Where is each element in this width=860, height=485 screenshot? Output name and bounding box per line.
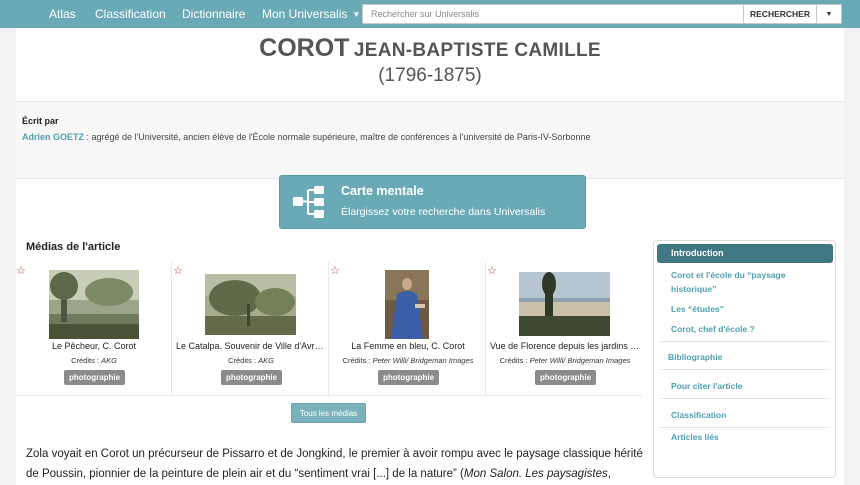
toc-subitem-chef-d-ecole[interactable]: Corot, chef d'école ? xyxy=(671,322,755,336)
media-card: ☆ La Femme en bleu, C. Corot Crédits : P… xyxy=(330,262,486,396)
search-dropdown-button[interactable]: ▼ xyxy=(816,4,842,24)
favorite-star-icon[interactable]: ☆ xyxy=(173,264,183,277)
media-heading: Médias de l'article xyxy=(26,241,121,253)
top-navbar: Atlas Classification Dictionnaire Mon Un… xyxy=(0,0,860,28)
body-citation: Mon Salon. Les paysagistes xyxy=(463,468,608,480)
nav-mon-universalis[interactable]: Mon Universalis ▼ xyxy=(262,7,360,21)
media-thumbnail[interactable] xyxy=(385,270,429,339)
mind-map-button[interactable]: Carte mentale Élargissez votre recherche… xyxy=(279,175,586,229)
toc-separator xyxy=(660,341,829,342)
media-type-tag[interactable]: photographie xyxy=(64,370,126,385)
media-card: ☆ Le Catalpa. Souvenir de Ville d'Avray,… xyxy=(173,262,329,396)
favorite-star-icon[interactable]: ☆ xyxy=(16,264,26,277)
mind-map-subtitle: Élargissez votre recherche dans Universa… xyxy=(341,206,546,218)
toc-separator xyxy=(660,369,829,370)
media-credit-source: Peter Willi/ Bridgeman Images xyxy=(372,356,474,365)
media-credit-label: Crédits : xyxy=(342,356,373,365)
media-credit: Crédits : Peter Willi/ Bridgeman Images xyxy=(330,356,486,365)
media-thumbnail[interactable] xyxy=(205,274,296,335)
toc-item-classification[interactable]: Classification xyxy=(671,408,726,422)
article-page: COROT JEAN-BAPTISTE CAMILLE (1796-1875) … xyxy=(16,28,844,485)
media-thumbnail[interactable] xyxy=(519,272,610,336)
author-line: Adrien GOETZ : agrégé de l'Université, a… xyxy=(22,132,590,142)
caret-down-icon: ▼ xyxy=(825,10,833,18)
media-type-tag[interactable]: photographie xyxy=(378,370,440,385)
nav-classification[interactable]: Classification xyxy=(95,7,166,21)
article-surname: COROT xyxy=(259,34,350,62)
mind-map-title: Carte mentale xyxy=(341,184,424,198)
favorite-star-icon[interactable]: ☆ xyxy=(487,264,497,277)
article-dates: (1796-1875) xyxy=(378,65,482,86)
search-button[interactable]: RECHERCHER xyxy=(743,4,817,24)
media-credit-label: Crédits : xyxy=(71,356,102,365)
caret-down-icon: ▼ xyxy=(352,10,361,19)
article-body: Zola voyait en Corot un précurseur de Pi… xyxy=(26,444,646,485)
media-credit-source: Peter Willi/ Bridgeman Images xyxy=(529,356,631,365)
media-credit-source: AKG xyxy=(258,356,274,365)
author-name-link[interactable]: Adrien GOETZ xyxy=(22,132,84,142)
media-caption: Le Catalpa. Souvenir de Ville d'Avray, C… xyxy=(176,341,326,351)
favorite-star-icon[interactable]: ☆ xyxy=(330,264,340,277)
toc-separator xyxy=(660,398,829,399)
media-credit: Crédits : Peter Willi/ Bridgeman Images xyxy=(487,356,643,365)
toc-item-introduction[interactable]: Introduction xyxy=(657,244,833,263)
search-input[interactable] xyxy=(362,4,744,24)
media-caption: La Femme en bleu, C. Corot xyxy=(351,341,465,351)
media-list: ☆ Le Pêcheur, C. Corot Crédits : AKG pho… xyxy=(16,262,642,396)
mind-map-icon xyxy=(293,186,324,218)
table-of-contents: Introduction Corot et l'école du “paysag… xyxy=(653,240,836,478)
media-thumbnail[interactable] xyxy=(49,270,139,339)
media-type-tag[interactable]: photographie xyxy=(535,370,597,385)
nav-atlas[interactable]: Atlas xyxy=(49,7,76,21)
all-media-button[interactable]: Tous les médias xyxy=(291,403,366,423)
toc-item-citer[interactable]: Pour citer l'article xyxy=(671,379,742,393)
media-credit-label: Crédits : xyxy=(228,356,259,365)
toc-item-bibliographie[interactable]: Bibliographie xyxy=(668,350,722,364)
media-caption: Vue de Florence depuis les jardins Bobol… xyxy=(490,341,640,351)
author-description: : agrégé de l'Université, ancien élève d… xyxy=(84,132,591,142)
toc-subitem-etudes[interactable]: Les “études” xyxy=(671,302,724,316)
author-heading: Écrit par xyxy=(22,116,59,126)
article-given-names: JEAN-BAPTISTE CAMILLE xyxy=(353,40,601,61)
media-credit: Crédits : AKG xyxy=(16,356,172,365)
nav-mon-universalis-label: Mon Universalis xyxy=(262,7,348,21)
media-credit: Crédits : AKG xyxy=(173,356,329,365)
media-card: ☆ Le Pêcheur, C. Corot Crédits : AKG pho… xyxy=(16,262,172,396)
media-caption: Le Pêcheur, C. Corot xyxy=(51,341,137,351)
toc-subitem-paysage-historique[interactable]: Corot et l'école du “paysage historique” xyxy=(671,268,821,296)
toc-separator xyxy=(660,427,829,428)
media-credit-source: AKG xyxy=(101,356,117,365)
media-credit-label: Crédits : xyxy=(499,356,530,365)
media-type-tag[interactable]: photographie xyxy=(221,370,283,385)
nav-dictionnaire[interactable]: Dictionnaire xyxy=(182,7,245,21)
author-box: Écrit par Adrien GOETZ : agrégé de l'Uni… xyxy=(16,101,844,179)
article-title: COROT JEAN-BAPTISTE CAMILLE xyxy=(16,34,844,63)
media-card: ☆ Vue de Florence depuis les jardins Bob… xyxy=(487,262,643,396)
toc-item-articles-lies[interactable]: Articles liés xyxy=(671,430,719,444)
